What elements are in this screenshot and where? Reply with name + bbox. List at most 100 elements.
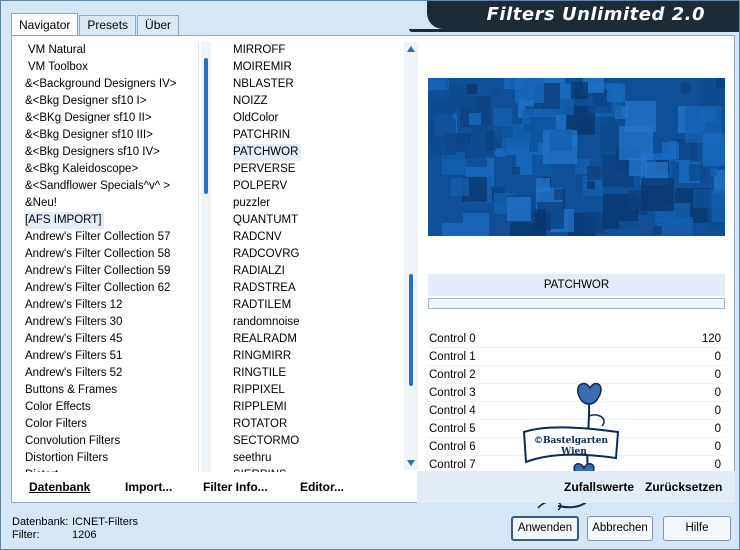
randomize-button[interactable]: Zufallswerte xyxy=(564,480,634,494)
category-item[interactable]: &<Sandflower Specials^v^ > xyxy=(22,178,200,195)
control-slider[interactable] xyxy=(428,298,725,309)
filter-item[interactable]: MIRROFF xyxy=(230,42,406,59)
control-row[interactable]: Control 1 0 xyxy=(428,348,725,366)
control-label: Control 1 xyxy=(429,351,476,363)
filter-item[interactable]: NBLASTER xyxy=(230,76,406,93)
filter-item[interactable]: PATCHWOR xyxy=(230,144,406,161)
category-item-label: Andrew's Filter Collection 58 xyxy=(25,248,171,260)
filter-item-label: RINGTILE xyxy=(233,367,287,379)
category-item[interactable]: Distortion Filters xyxy=(22,450,200,467)
filter-item-label: SECTORMO xyxy=(233,435,300,447)
category-item[interactable]: Color Filters xyxy=(22,416,200,433)
filter-item-label: NOIZZ xyxy=(233,95,268,107)
filter-item-label: RADTILEM xyxy=(233,299,292,311)
filter-item-label: OldColor xyxy=(233,112,279,124)
control-value: 0 xyxy=(714,369,721,381)
category-item[interactable]: &<Bkg Kaleidoscope> xyxy=(22,161,200,178)
category-item-label: Andrew's Filters 45 xyxy=(25,333,123,345)
control-value: 0 xyxy=(714,423,721,435)
tab-about[interactable]: Über xyxy=(137,15,180,35)
category-item[interactable]: Andrew's Filters 30 xyxy=(22,314,200,331)
filter-item[interactable]: SECTORMO xyxy=(230,433,406,450)
category-item-label: Distortion Filters xyxy=(25,452,109,464)
filter-item[interactable]: RADIALZI xyxy=(230,263,406,280)
control-row[interactable]: Control 0 120 xyxy=(428,330,725,348)
filter-scroll-thumb[interactable] xyxy=(409,274,413,386)
filter-item[interactable]: RADCNV xyxy=(230,229,406,246)
filter-item[interactable]: puzzler xyxy=(230,195,406,212)
category-item-label: &<Bkg Designer sf10 I> xyxy=(25,95,147,107)
filter-item[interactable]: NOIZZ xyxy=(230,93,406,110)
filter-item-label: PATCHWOR xyxy=(233,144,302,161)
category-list[interactable]: VM Natural VM Toolbox &<Background Designe… xyxy=(22,42,200,472)
cancel-button[interactable]: Abbrechen xyxy=(587,516,653,541)
apply-button[interactable]: Anwenden xyxy=(511,516,579,541)
category-item[interactable]: Color Effects xyxy=(22,399,200,416)
filter-item[interactable]: OldColor xyxy=(230,110,406,127)
scroll-up-arrow-icon[interactable] xyxy=(407,46,415,52)
tab-presets[interactable]: Presets xyxy=(79,15,137,35)
editor-button[interactable]: Editor... xyxy=(300,480,344,494)
reset-button[interactable]: Zurücksetzen xyxy=(645,480,722,494)
category-item-label: Convolution Filters xyxy=(25,435,121,447)
category-item[interactable]: Andrew's Filter Collection 57 xyxy=(22,229,200,246)
category-item[interactable]: &<Bkg Designers sf10 IV> xyxy=(22,144,200,161)
category-item[interactable]: Andrew's Filter Collection 62 xyxy=(22,280,200,297)
category-item[interactable]: Andrew's Filters 51 xyxy=(22,348,200,365)
scroll-down-arrow-icon[interactable] xyxy=(407,460,415,466)
import-button[interactable]: Import... xyxy=(125,480,172,494)
control-value: 0 xyxy=(714,351,721,363)
filter-item[interactable]: RINGMIRR xyxy=(230,348,406,365)
filter-item[interactable]: RIPPLEMI xyxy=(230,399,406,416)
category-item[interactable]: &<Bkg Designer sf10 III> xyxy=(22,127,200,144)
category-item[interactable]: &<Bkg Designer sf10 I> xyxy=(22,93,200,110)
filter-list[interactable]: MIRROFF MOIREMIR NBLASTER NOIZZ OldColor PATC… xyxy=(230,42,406,472)
filter-item-label: MOIREMIR xyxy=(233,61,292,73)
category-item[interactable]: Andrew's Filter Collection 58 xyxy=(22,246,200,263)
category-item-label: Color Filters xyxy=(25,418,87,430)
filter-item[interactable]: PATCHRIN xyxy=(230,127,406,144)
filter-item[interactable]: seethru xyxy=(230,450,406,467)
filter-item[interactable]: ROTATOR xyxy=(230,416,406,433)
control-label: Control 0 xyxy=(429,333,476,345)
category-item[interactable]: VM Toolbox xyxy=(22,59,200,76)
category-item[interactable]: Andrew's Filters 45 xyxy=(22,331,200,348)
status-filter-value: 1206 xyxy=(72,529,97,541)
category-item[interactable]: &Neu! xyxy=(22,195,200,212)
category-item[interactable]: [AFS IMPORT] xyxy=(22,212,200,229)
patchwork-preview-icon xyxy=(428,78,725,236)
filter-item[interactable]: RADSTREA xyxy=(230,280,406,297)
category-item[interactable]: Andrew's Filter Collection 59 xyxy=(22,263,200,280)
filter-scrollbar[interactable] xyxy=(404,42,418,470)
control-label: Control 3 xyxy=(429,387,476,399)
category-item[interactable]: Andrew's Filters 12 xyxy=(22,297,200,314)
tab-navigator[interactable]: Navigator xyxy=(11,13,79,35)
filter-item[interactable]: QUANTUMT xyxy=(230,212,406,229)
category-item[interactable]: VM Natural xyxy=(22,42,200,59)
category-item[interactable]: Convolution Filters xyxy=(22,433,200,450)
status-filter-label: Filter: xyxy=(12,529,40,541)
filter-item[interactable]: RIPPIXEL xyxy=(230,382,406,399)
category-item[interactable]: Buttons & Frames xyxy=(22,382,200,399)
category-item[interactable]: &<Background Designers IV> xyxy=(22,76,200,93)
filter-item[interactable]: randomnoise xyxy=(230,314,406,331)
database-button[interactable]: Datenbank xyxy=(29,480,90,494)
filter-item[interactable]: RADCOVRG xyxy=(230,246,406,263)
category-scrollbar[interactable] xyxy=(201,42,211,472)
filter-item-label: MIRROFF xyxy=(233,44,286,56)
category-item-label: [AFS IMPORT] xyxy=(25,212,105,229)
title-banner: Filters Unlimited 2.0 xyxy=(427,1,739,29)
filter-item[interactable]: REALRADM xyxy=(230,331,406,348)
status-database-value: ICNET-Filters xyxy=(72,516,138,528)
filter-item[interactable]: RADTILEM xyxy=(230,297,406,314)
filter-item[interactable]: POLPERV xyxy=(230,178,406,195)
category-scroll-thumb[interactable] xyxy=(204,58,208,194)
help-button[interactable]: Hilfe xyxy=(663,516,731,541)
category-item[interactable]: &<BKg Designer sf10 II> xyxy=(22,110,200,127)
filter-info-button[interactable]: Filter Info... xyxy=(203,480,268,494)
filter-item[interactable]: MOIREMIR xyxy=(230,59,406,76)
filter-item[interactable]: RINGTILE xyxy=(230,365,406,382)
category-item[interactable]: Andrew's Filters 52 xyxy=(22,365,200,382)
filter-item-label: RADIALZI xyxy=(233,265,285,277)
filter-item[interactable]: PERVERSE xyxy=(230,161,406,178)
